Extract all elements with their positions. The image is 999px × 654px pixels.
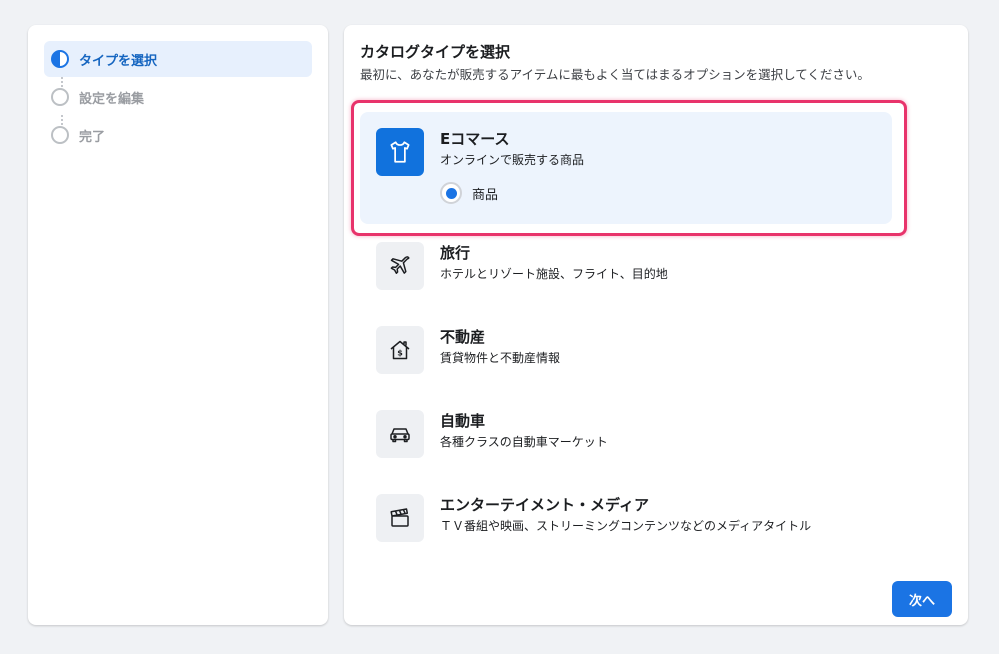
step-complete: 完了 <box>44 117 312 153</box>
stepper-panel: タイプを選択 設定を編集 完了 <box>28 25 328 625</box>
catalog-type-panel: カタログタイプを選択 最初に、あなたが販売するアイテムに最もよく当てはまるオプシ… <box>344 25 968 625</box>
radio-button[interactable] <box>440 182 462 204</box>
option-title: 不動産 <box>440 328 486 346</box>
option-title: 自動車 <box>440 412 486 430</box>
next-button[interactable]: 次へ <box>892 581 952 617</box>
clapperboard-icon <box>376 494 424 542</box>
option-entertainment-media[interactable]: エンターテイメント・メディア ＴＶ番組や映画、ストリーミングコンテンツなどのメデ… <box>360 478 892 558</box>
tshirt-icon <box>376 128 424 176</box>
option-ecommerce[interactable]: Eコマース オンラインで販売する商品 商品 <box>360 112 892 224</box>
page-title: カタログタイプを選択 <box>360 43 511 61</box>
option-automotive[interactable]: 自動車 各種クラスの自動車マーケット <box>360 394 892 474</box>
option-description: 賃貸物件と不動産情報 <box>440 351 561 365</box>
option-real-estate[interactable]: $ 不動産 賃貸物件と不動産情報 <box>360 310 892 390</box>
option-travel[interactable]: 旅行 ホテルとリゾート施設、フライト、目的地 <box>360 226 892 306</box>
svg-text:$: $ <box>397 349 403 358</box>
radio-selected-dot <box>445 187 457 199</box>
empty-circle-icon <box>51 126 69 144</box>
option-description: ホテルとリゾート施設、フライト、目的地 <box>440 267 668 281</box>
empty-circle-icon <box>51 88 69 106</box>
radio-products[interactable]: 商品 <box>440 182 498 204</box>
airplane-icon <box>376 242 424 290</box>
option-title: Eコマース <box>440 130 510 148</box>
house-dollar-icon: $ <box>376 326 424 374</box>
step-select-type[interactable]: タイプを選択 <box>44 41 312 77</box>
option-title: 旅行 <box>440 244 471 262</box>
car-icon <box>376 410 424 458</box>
radio-label: 商品 <box>472 187 499 203</box>
option-description: オンラインで販売する商品 <box>440 153 585 167</box>
option-description: ＴＶ番組や映画、ストリーミングコンテンツなどのメディアタイトル <box>440 519 812 533</box>
page-subtitle: 最初に、あなたが販売するアイテムに最もよく当てはまるオプションを選択してください… <box>360 67 870 82</box>
option-title: エンターテイメント・メディア <box>440 496 649 514</box>
step-edit-settings: 設定を編集 <box>44 79 312 115</box>
half-filled-circle-icon <box>51 50 69 68</box>
step-label: タイプを選択 <box>79 53 158 69</box>
step-label: 設定を編集 <box>79 91 145 107</box>
step-label: 完了 <box>79 129 106 145</box>
option-description: 各種クラスの自動車マーケット <box>440 435 608 449</box>
